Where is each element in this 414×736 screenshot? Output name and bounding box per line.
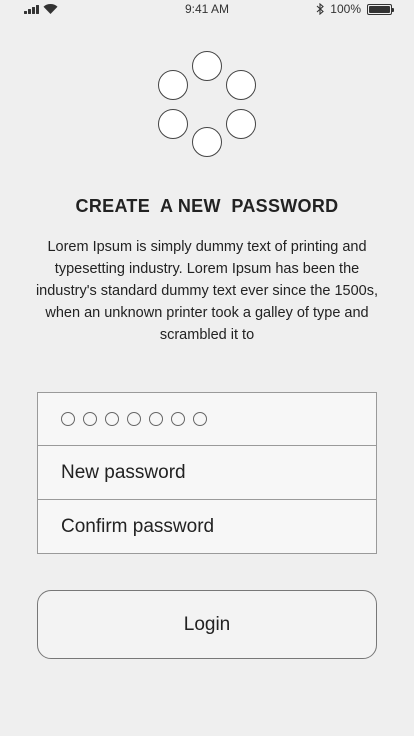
pin-dot: [193, 412, 207, 426]
status-bar: 9:41 AM 100%: [0, 0, 414, 20]
login-button[interactable]: Login: [37, 590, 377, 659]
pin-dot: [61, 412, 75, 426]
spinner-dot: [192, 51, 222, 81]
description-text: Lorem Ipsum is simply dummy text of prin…: [35, 239, 379, 343]
battery-percent: 100%: [330, 2, 361, 16]
battery-icon: [367, 3, 394, 15]
bluetooth-icon: [316, 3, 325, 15]
spinner-dot: [192, 127, 222, 157]
new-password-row: [38, 446, 376, 500]
spinner-dot: [158, 109, 188, 139]
loading-spinner-icon: [155, 50, 259, 158]
password-form: [37, 392, 377, 554]
page-title: CREATE A NEW PASSWORD: [75, 196, 339, 216]
pin-dot: [149, 412, 163, 426]
pin-dots: [61, 412, 207, 426]
create-password-screen: 9:41 AM 100% CREATE A NEW PASSWORD Lorem…: [0, 0, 414, 736]
pin-code-field[interactable]: [38, 393, 376, 446]
confirm-password-row: [38, 500, 376, 554]
spinner-dot: [226, 109, 256, 139]
pin-dot: [105, 412, 119, 426]
new-password-input[interactable]: [61, 446, 376, 499]
pin-dot: [83, 412, 97, 426]
pin-dot: [127, 412, 141, 426]
spinner-dot: [158, 70, 188, 100]
pin-dot: [171, 412, 185, 426]
battery-fill: [369, 5, 390, 13]
status-right: 100%: [316, 2, 394, 16]
spinner-dot: [226, 70, 256, 100]
confirm-password-input[interactable]: [61, 500, 376, 554]
